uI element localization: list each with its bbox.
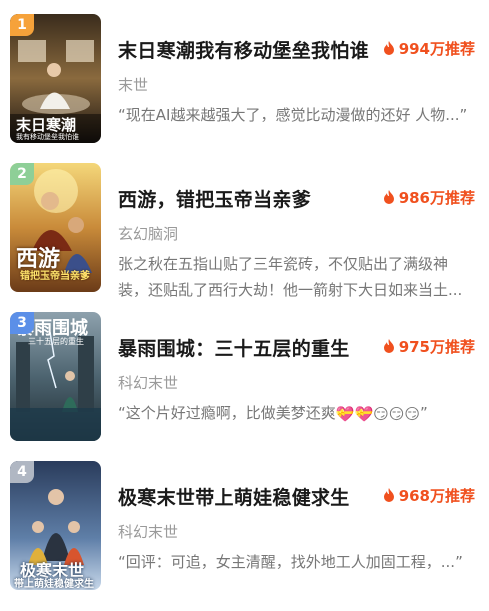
- list-item[interactable]: 西游 错把玉帝当亲爹 2 西游，错把玉帝当亲爹 986万推荐 玄幻脑洞 张之秋在…: [0, 163, 489, 313]
- rank-badge: 4: [10, 461, 34, 483]
- item-title[interactable]: 西游，错把玉帝当亲爹: [118, 185, 311, 212]
- rank-badge: 3: [10, 312, 34, 334]
- flame-icon: [383, 339, 394, 353]
- hot-count: 968万推荐: [383, 485, 475, 506]
- cover-image[interactable]: 极寒末世 带上萌娃稳健求生 4: [10, 461, 101, 590]
- list-item[interactable]: 暴雨围城 三十五层的重生 3 暴雨围城：三十五层的重生 975万推荐 科幻末世 …: [0, 312, 489, 462]
- item-genre: 科幻末世: [118, 374, 179, 392]
- ranking-list: 末日寒潮 我有移动堡垒我怕谁 1 末日寒潮我有移动堡垒我怕谁 994万推荐 末世…: [0, 0, 489, 599]
- item-title[interactable]: 末日寒潮我有移动堡垒我怕谁: [118, 36, 369, 63]
- item-description: “回评：可追，女主清醒，找外地工人加固工程，...”: [118, 553, 463, 571]
- list-item[interactable]: 末日寒潮 我有移动堡垒我怕谁 1 末日寒潮我有移动堡垒我怕谁 994万推荐 末世…: [0, 14, 489, 164]
- cover-subtitle-text: 三十五层的重生: [28, 337, 84, 346]
- flame-icon: [383, 190, 394, 204]
- hot-count-label: 968万推荐: [398, 487, 475, 505]
- item-description: 张之秋在五指山贴了三年瓷砖，不仅贴出了满级神装，还贴乱了西行大劫！他一箭射下大日…: [118, 255, 463, 299]
- cover-subtitle-text: 带上萌娃稳健求生: [14, 579, 94, 590]
- flame-icon: [383, 488, 394, 502]
- hot-count: 994万推荐: [383, 38, 475, 59]
- item-description: “现在AI越来越强大了，感觉比动漫做的还好 人物...”: [118, 106, 468, 124]
- rank-badge: 1: [10, 14, 34, 36]
- item-genre: 末世: [118, 76, 149, 94]
- cover-image[interactable]: 末日寒潮 我有移动堡垒我怕谁 1: [10, 14, 101, 143]
- cover-subtitle-text: 错把玉帝当亲爹: [20, 271, 90, 282]
- hot-count-label: 975万推荐: [398, 338, 475, 356]
- item-title[interactable]: 极寒末世带上萌娃稳健求生: [118, 483, 350, 510]
- hot-count-label: 986万推荐: [398, 189, 475, 207]
- cover-image[interactable]: 暴雨围城 三十五层的重生 3: [10, 312, 101, 441]
- list-item[interactable]: 极寒末世 带上萌娃稳健求生 4 极寒末世带上萌娃稳健求生 968万推荐 科幻末世…: [0, 461, 489, 611]
- item-genre: 玄幻脑洞: [118, 225, 179, 243]
- hot-count-label: 994万推荐: [398, 40, 475, 58]
- item-title[interactable]: 暴雨围城：三十五层的重生: [118, 334, 350, 361]
- description-text: “这个片好过瘾啊，比做美梦还爽: [118, 404, 336, 422]
- item-description: “这个片好过瘾啊，比做美梦还爽💝💝😏😏😏”: [118, 400, 470, 427]
- flame-icon: [383, 41, 394, 55]
- cover-subtitle-text: 我有移动堡垒我怕谁: [16, 133, 79, 141]
- description-end: ”: [420, 404, 428, 422]
- emoji-icons: 💝💝😏😏😏: [335, 404, 421, 423]
- item-genre: 科幻末世: [118, 523, 179, 541]
- hot-count: 986万推荐: [383, 187, 475, 208]
- hot-count: 975万推荐: [383, 336, 475, 357]
- rank-badge: 2: [10, 163, 34, 185]
- cover-image[interactable]: 西游 错把玉帝当亲爹 2: [10, 163, 101, 292]
